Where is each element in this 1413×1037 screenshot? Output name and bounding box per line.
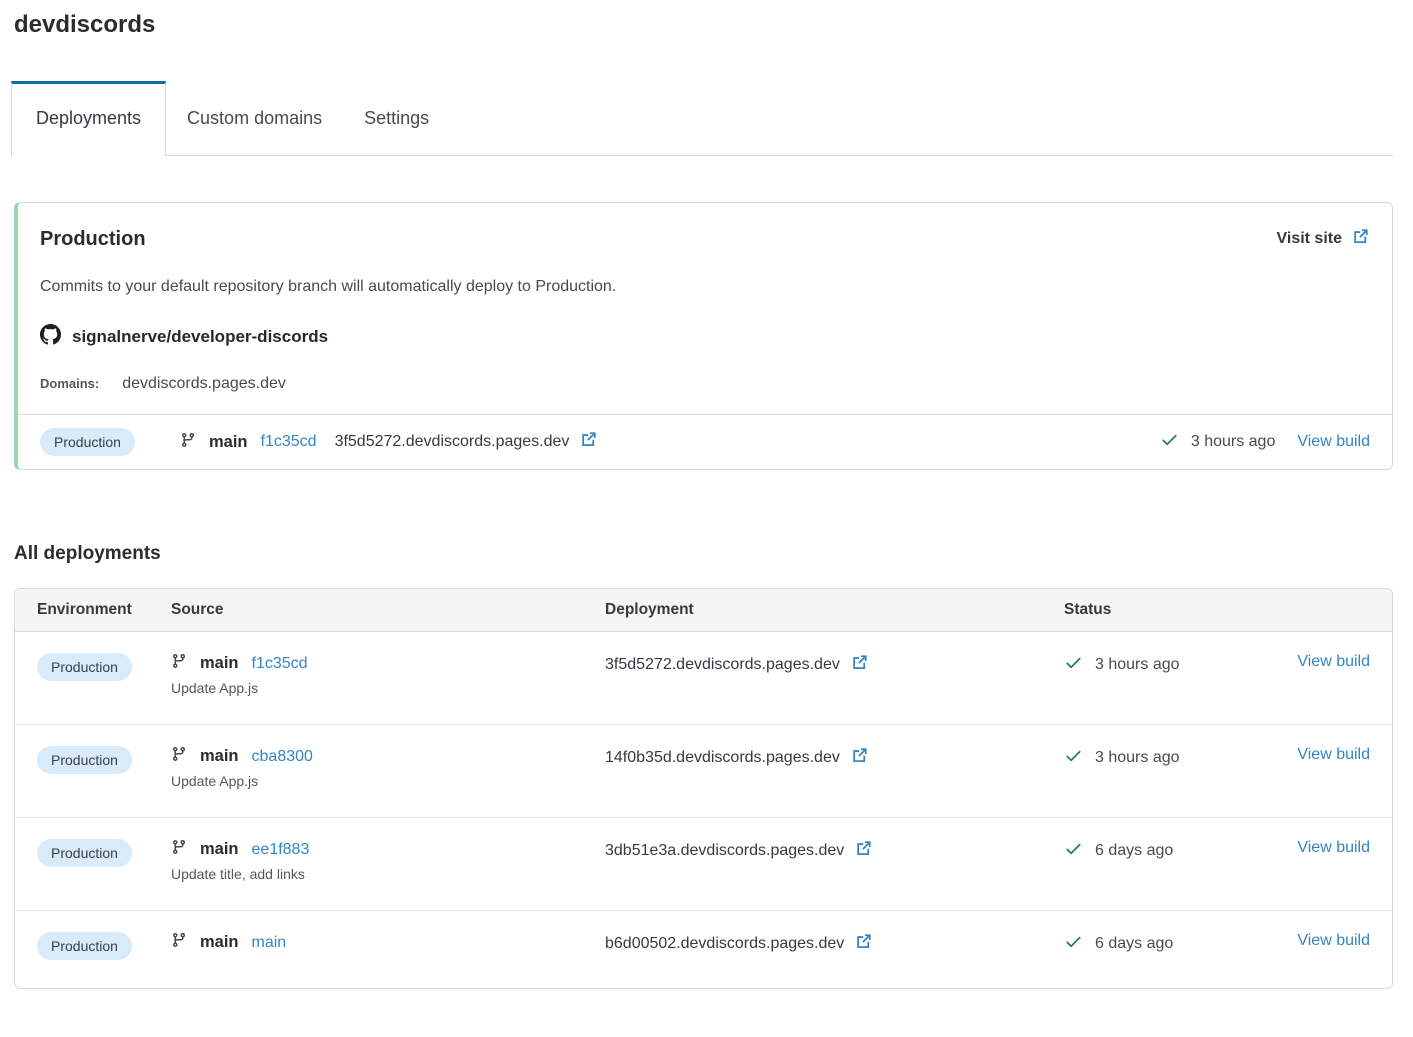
column-header-source: Source: [171, 601, 605, 619]
deployment-url: 3db51e3a.devdiscords.pages.dev: [605, 842, 844, 860]
all-deployments-title: All deployments: [14, 543, 1393, 565]
check-icon: [1064, 839, 1083, 863]
tab-deployments[interactable]: Deployments: [11, 81, 166, 156]
external-link-icon[interactable]: [854, 839, 873, 863]
external-link-icon[interactable]: [850, 653, 869, 677]
column-header-environment: Environment: [37, 601, 171, 619]
commit-message: Update title, add links: [171, 866, 605, 882]
commit-link[interactable]: f1c35cd: [252, 655, 308, 673]
deployment-row: Production main ee1f883 Update title, ad…: [15, 818, 1392, 911]
repo-name: signalnerve/developer-discords: [72, 327, 328, 347]
github-icon: [40, 324, 61, 350]
status-time: 3 hours ago: [1095, 749, 1180, 767]
deployment-url: b6d00502.devdiscords.pages.dev: [605, 935, 844, 953]
deployments-table: Environment Source Deployment Status Pro…: [14, 588, 1393, 989]
git-branch-icon: [180, 432, 196, 453]
external-link-icon: [1351, 227, 1370, 251]
commit-link[interactable]: main: [252, 934, 287, 952]
production-card-body: Production Visit site Commits to your de…: [18, 203, 1392, 414]
commit-message: Update App.js: [171, 773, 605, 789]
tab-custom-domains[interactable]: Custom domains: [166, 83, 343, 155]
column-header-deployment: Deployment: [605, 601, 1064, 619]
check-icon: [1064, 746, 1083, 770]
status-time: 6 days ago: [1095, 935, 1173, 953]
branch-name: main: [200, 840, 239, 859]
tab-settings[interactable]: Settings: [343, 83, 450, 155]
branch-name: main: [200, 654, 239, 673]
deployment-url: 3f5d5272.devdiscords.pages.dev: [335, 433, 570, 451]
pages-project-page: devdiscords Deployments Custom domains S…: [0, 0, 1413, 1037]
deployment-url: 14f0b35d.devdiscords.pages.dev: [605, 749, 840, 767]
table-header-row: Environment Source Deployment Status: [15, 589, 1392, 632]
production-card: Production Visit site Commits to your de…: [14, 202, 1393, 470]
column-header-status: Status: [1064, 601, 1370, 619]
external-link-icon[interactable]: [579, 430, 598, 454]
view-build-link[interactable]: View build: [1297, 932, 1370, 950]
production-deployment-row: Production main f1c35cd 3f5d5272.devdisc…: [18, 414, 1392, 469]
branch-name: main: [209, 433, 248, 452]
environment-badge: Production: [37, 653, 132, 681]
view-build-link[interactable]: View build: [1297, 746, 1370, 764]
deployment-row: Production main cba8300 Update App.js 14…: [15, 725, 1392, 818]
commit-link[interactable]: ee1f883: [252, 841, 310, 859]
status-time: 3 hours ago: [1095, 656, 1180, 674]
git-branch-icon: [171, 746, 187, 767]
commit-message: Update App.js: [171, 680, 605, 696]
view-build-link[interactable]: View build: [1297, 433, 1370, 451]
commit-link[interactable]: cba8300: [252, 748, 313, 766]
environment-badge: Production: [37, 932, 132, 960]
environment-badge: Production: [37, 839, 132, 867]
branch-name: main: [200, 747, 239, 766]
view-build-link[interactable]: View build: [1297, 653, 1370, 671]
external-link-icon[interactable]: [854, 932, 873, 956]
domains-value: devdiscords.pages.dev: [122, 375, 286, 393]
tab-bar: Deployments Custom domains Settings: [14, 81, 1393, 156]
git-branch-icon: [171, 932, 187, 953]
git-branch-icon: [171, 839, 187, 860]
deployment-url: 3f5d5272.devdiscords.pages.dev: [605, 656, 840, 674]
check-icon: [1064, 653, 1083, 677]
status-time: 3 hours ago: [1191, 433, 1276, 451]
git-branch-icon: [171, 653, 187, 674]
table-body: Production main f1c35cd Update App.js 3f…: [15, 632, 1392, 988]
visit-site-link[interactable]: Visit site: [1276, 227, 1370, 251]
external-link-icon[interactable]: [850, 746, 869, 770]
commit-link[interactable]: f1c35cd: [261, 433, 317, 451]
environment-badge: Production: [40, 428, 135, 456]
visit-site-label: Visit site: [1276, 230, 1342, 248]
deployment-row: Production main f1c35cd Update App.js 3f…: [15, 632, 1392, 725]
check-icon: [1064, 932, 1083, 956]
production-card-title: Production: [40, 228, 146, 251]
status-time: 6 days ago: [1095, 842, 1173, 860]
view-build-link[interactable]: View build: [1297, 839, 1370, 857]
production-description: Commits to your default repository branc…: [40, 278, 1370, 296]
domains-label: Domains:: [40, 376, 99, 391]
branch-name: main: [200, 933, 239, 952]
deployment-row: Production main main b6d00502.devdiscord…: [15, 911, 1392, 988]
page-title: devdiscords: [14, 0, 1393, 39]
check-icon: [1160, 430, 1179, 454]
environment-badge: Production: [37, 746, 132, 774]
